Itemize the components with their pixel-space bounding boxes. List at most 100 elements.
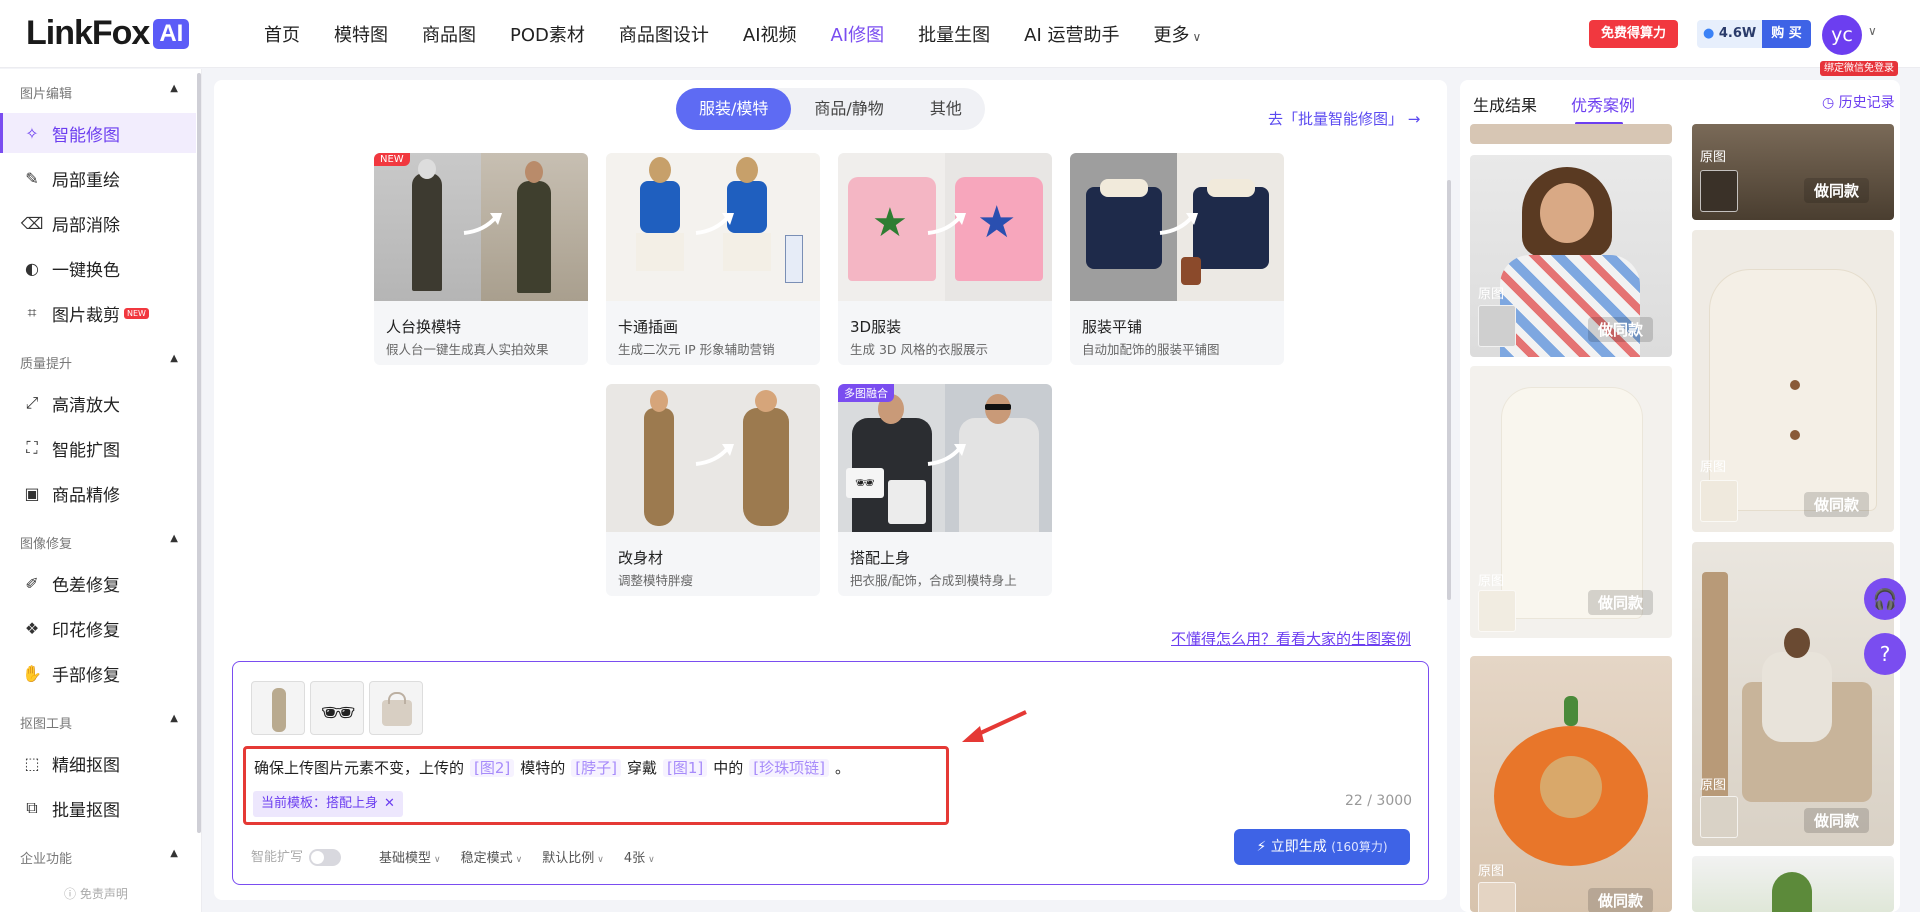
avatar[interactable]: yc <box>1822 15 1862 55</box>
showcase-card[interactable]: 原图 做同款 <box>1692 230 1894 532</box>
chevron-down-icon[interactable]: ∨ <box>1868 24 1877 38</box>
toggle-switch[interactable] <box>309 849 342 866</box>
nav-item-ai-retouch[interactable]: AI修图 <box>831 21 885 47</box>
sidebar-item-fine-cutout[interactable]: ⬚ 精细抠图 <box>0 743 196 783</box>
examples-help-link[interactable]: 不懂得怎么用？看看大家的生图案例 <box>1171 628 1411 649</box>
transform-arrow-icon <box>463 213 502 235</box>
template-card-cartoon[interactable]: 卡通插画 生成二次元 IP 形象辅助营销 <box>606 153 820 365</box>
disclaimer-link[interactable]: ⓘ 免责声明 <box>64 885 128 902</box>
showcase-card[interactable]: 原图 做同款 <box>1692 124 1894 220</box>
tab-apparel[interactable]: 服装/模特 <box>676 88 792 130</box>
sidebar-item-smart-retouch[interactable]: ✧ 智能修图 <box>0 113 196 153</box>
main-scrollbar[interactable] <box>1447 180 1451 600</box>
nav-item-pod[interactable]: POD素材 <box>510 21 585 47</box>
nav-item-batch[interactable]: 批量生图 <box>918 21 990 47</box>
ratio-select[interactable]: 默认比例 ∨ <box>542 847 604 866</box>
clock-icon: ◷ <box>1822 95 1835 111</box>
tab-showcase[interactable]: 优秀案例 <box>1571 92 1635 116</box>
sidebar-item-outpaint[interactable]: ⛶ 智能扩图 <box>0 428 196 468</box>
sidebar-section-quality[interactable]: 质量提升 ▲ <box>20 353 178 372</box>
nav-item-product[interactable]: 商品图 <box>422 21 476 47</box>
placeholder-chip[interactable]: [脖子] <box>571 759 621 777</box>
annotation-arrow-icon <box>962 710 1027 742</box>
help-icon[interactable]: ? <box>1864 633 1906 675</box>
generate-label: 立即生成 <box>1270 839 1327 855</box>
nav-item-more[interactable]: 更多 ∨ <box>1153 21 1201 47</box>
card-title: 改身材 <box>618 549 664 567</box>
sidebar-item-print-fix[interactable]: ❖ 印花修复 <box>0 608 196 648</box>
pattern-icon: ❖ <box>24 618 40 638</box>
sidebar-section-image-edit[interactable]: 图片编辑 ▲ <box>20 83 178 102</box>
sidebar-item-batch-cutout[interactable]: ⧉ 批量抠图 <box>0 788 196 828</box>
sidebar-item-hand-fix[interactable]: ✋ 手部修复 <box>0 653 196 693</box>
cutout-icon: ⬚ <box>24 753 40 773</box>
make-same-button[interactable]: 做同款 <box>1588 317 1654 342</box>
generate-button[interactable]: ⚡ 立即生成 (160算力) <box>1234 829 1410 865</box>
uploaded-image-thumb[interactable]: 🕶 <box>310 681 364 735</box>
transform-arrow-icon <box>927 444 966 466</box>
sidebar-section-repair[interactable]: 图像修复 ▲ <box>20 533 178 552</box>
template-card-body-shape[interactable]: 改身材 调整模特胖瘦 <box>606 384 820 596</box>
nav-item-model[interactable]: 模特图 <box>334 21 388 47</box>
sidebar-item-crop[interactable]: ⌗ 图片裁剪 NEW <box>0 293 196 333</box>
sidebar-item-product-refine[interactable]: ▣ 商品精修 <box>0 473 196 513</box>
buy-button[interactable]: 购 买 <box>1762 20 1811 48</box>
uploaded-image-thumb[interactable] <box>251 681 305 735</box>
make-same-button[interactable]: 做同款 <box>1804 178 1870 203</box>
chevron-down-icon: ∨ <box>1192 30 1202 44</box>
showcase-card[interactable]: 原图 做同款 <box>1470 656 1672 912</box>
make-same-button[interactable]: 做同款 <box>1588 888 1654 912</box>
sidebar-item-recolor[interactable]: ◐ 一键换色 <box>0 248 196 288</box>
sidebar-scrollbar[interactable] <box>197 73 201 833</box>
chevron-down-icon: ∨ <box>434 854 441 865</box>
logo[interactable]: LinkFox AI <box>26 14 190 53</box>
image-ref-chip[interactable]: [图2] <box>470 759 515 777</box>
bind-wechat-badge[interactable]: 绑定微信免登录 <box>1820 61 1898 76</box>
image-ref-chip[interactable]: [图1] <box>663 759 708 777</box>
template-card-3d-clothing[interactable]: ★ ★ 3D服装 生成 3D 风格的衣服展示 <box>838 153 1052 365</box>
showcase-card[interactable]: 原图 做同款 <box>1470 155 1672 357</box>
showcase-card[interactable]: 原图 做同款 <box>1692 542 1894 846</box>
customer-service-icon[interactable]: 🎧 <box>1864 578 1906 620</box>
tab-product[interactable]: 商品/静物 <box>791 88 906 130</box>
showcase-card[interactable] <box>1470 124 1672 144</box>
sidebar-item-color-fix[interactable]: ✐ 色差修复 <box>0 563 196 603</box>
tab-results[interactable]: 生成结果 <box>1473 92 1537 116</box>
smart-expand-toggle[interactable]: 智能扩写 <box>251 846 342 866</box>
sidebar-item-label: 一键换色 <box>52 260 120 281</box>
showcase-card[interactable]: 原图 做同款 <box>1470 366 1672 638</box>
placeholder-chip[interactable]: [珍珠项链] <box>749 759 829 777</box>
count-select[interactable]: 4张 ∨ <box>624 847 655 866</box>
sidebar-section-cutout[interactable]: 抠图工具 ▲ <box>20 713 178 732</box>
make-same-button[interactable]: 做同款 <box>1588 590 1654 615</box>
history-link[interactable]: ◷ 历史记录 <box>1822 92 1895 112</box>
chevron-up-icon: ▲ <box>170 533 178 544</box>
sidebar-item-inpaint[interactable]: ✎ 局部重绘 <box>0 158 196 198</box>
sidebar-item-erase[interactable]: ⌫ 局部消除 <box>0 203 196 243</box>
batch-retouch-link[interactable]: 去「批量智能修图」 → <box>1268 108 1420 129</box>
template-card-flat-lay[interactable]: 服装平铺 自动加配饰的服装平铺图 <box>1070 153 1284 365</box>
mode-select[interactable]: 稳定模式 ∨ <box>461 847 523 866</box>
transform-arrow-icon <box>1159 213 1198 235</box>
generation-options: 智能扩写 基础模型 ∨ 稳定模式 ∨ 默认比例 ∨ 4张 ∨ <box>251 846 655 866</box>
nav-item-assistant[interactable]: AI 运营助手 <box>1024 21 1119 47</box>
uploaded-image-thumb[interactable] <box>369 681 423 735</box>
showcase-card[interactable] <box>1692 856 1894 912</box>
make-same-button[interactable]: 做同款 <box>1804 808 1870 833</box>
prompt-text[interactable]: 确保上传图片元素不变，上传的 [图2] 模特的 [脖子] 穿戴 [图1] 中的 [珍珠项链] 。 <box>254 757 850 778</box>
sidebar-item-upscale[interactable]: ⤢ 高清放大 <box>0 383 196 423</box>
make-same-button[interactable]: 做同款 <box>1804 492 1870 517</box>
tab-other[interactable]: 其他 <box>907 88 985 130</box>
sidebar-section-enterprise[interactable]: 企业功能 ▲ <box>20 848 178 867</box>
close-icon[interactable]: ✕ <box>384 796 395 811</box>
template-card-outfit-match[interactable]: 🕶 多图融合 搭配上身 把衣服/配饰，合成到模特身上 <box>838 384 1052 596</box>
nav-item-video[interactable]: AI视频 <box>743 21 797 47</box>
multi-image-tag: 多图融合 <box>838 384 894 402</box>
nav-item-home[interactable]: 首页 <box>264 21 300 47</box>
sidebar-item-label: 局部消除 <box>52 215 120 236</box>
sidebar-item-label: 色差修复 <box>52 575 120 596</box>
free-points-button[interactable]: 免费得算力 <box>1589 20 1679 48</box>
template-card-mannequin[interactable]: NEW 人台换模特 假人台一键生成真人实拍效果 <box>374 153 588 365</box>
model-select[interactable]: 基础模型 ∨ <box>379 847 441 866</box>
nav-item-design[interactable]: 商品图设计 <box>619 21 709 47</box>
